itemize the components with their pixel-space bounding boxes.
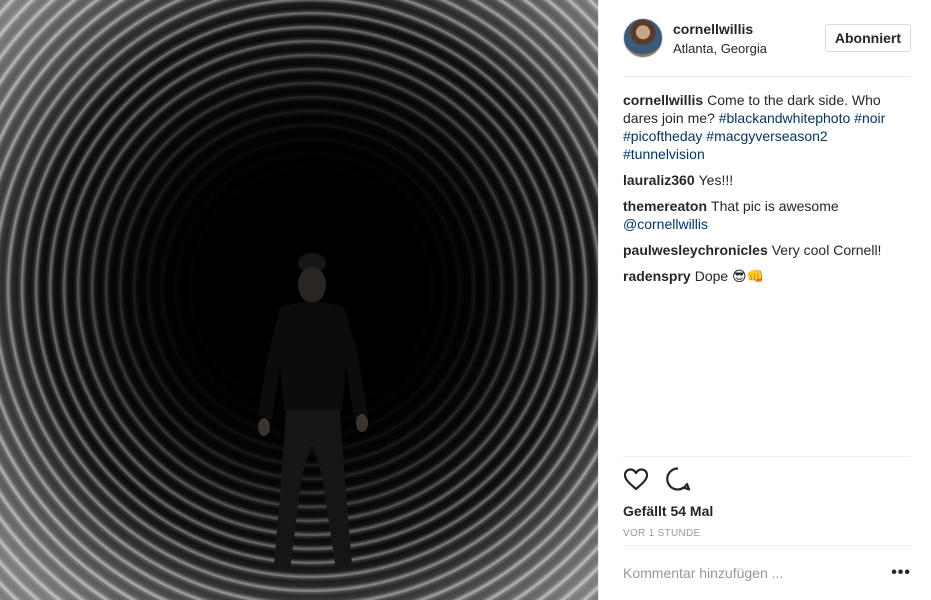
more-options-icon[interactable]: •••	[891, 564, 911, 582]
timestamp[interactable]: VOR 1 STUNDE	[623, 528, 911, 539]
speech-bubble-icon[interactable]	[665, 466, 691, 495]
header-location[interactable]: Atlanta, Georgia	[673, 41, 825, 56]
hashtag-link[interactable]: #noir	[854, 110, 885, 126]
header-username[interactable]: cornellwillis	[673, 21, 825, 37]
comment-text: Very cool Cornell!	[771, 242, 882, 258]
caption: cornellwillis Come to the dark side. Who …	[623, 91, 911, 163]
add-comment-bar: •••	[623, 545, 911, 600]
instagram-post: cornellwillis Atlanta, Georgia Abonniert…	[0, 0, 931, 600]
hashtag-link[interactable]: #macgyverseason2	[706, 128, 827, 144]
heart-icon[interactable]	[623, 467, 649, 494]
comment-username[interactable]: radenspry	[623, 268, 691, 284]
comment-item: themereaton That pic is awesome @cornellw…	[623, 197, 911, 233]
comment-item: lauraliz360 Yes!!!	[623, 171, 911, 189]
person-silhouette	[258, 253, 368, 570]
comment-item: radenspry Dope 😎👊	[623, 267, 911, 285]
avatar[interactable]	[623, 18, 663, 58]
comment-username[interactable]: paulwesleychronicles	[623, 242, 768, 258]
comment-username[interactable]: themereaton	[623, 198, 707, 214]
likes-count[interactable]: Gefällt 54 Mal	[623, 503, 911, 519]
post-actions: Gefällt 54 Mal VOR 1 STUNDE	[623, 456, 911, 539]
post-header: cornellwillis Atlanta, Georgia Abonniert	[623, 0, 911, 77]
comment-text: That pic is awesome	[711, 198, 839, 214]
post-sidebar: cornellwillis Atlanta, Georgia Abonniert…	[598, 0, 931, 600]
comments-list: cornellwillis Come to the dark side. Who …	[623, 77, 911, 285]
follow-button[interactable]: Abonniert	[824, 24, 911, 52]
comment-input[interactable]	[623, 565, 863, 581]
comment-item: paulwesleychronicles Very cool Cornell!	[623, 241, 911, 259]
comment-username[interactable]: lauraliz360	[623, 172, 695, 188]
post-photo	[0, 0, 598, 600]
hashtag-link[interactable]: #picoftheday	[623, 128, 702, 144]
mention-link[interactable]: @cornellwillis	[623, 216, 708, 232]
comment-text: Yes!!!	[698, 172, 734, 188]
hashtag-link[interactable]: #blackandwhitephoto	[719, 110, 851, 126]
hashtag-link[interactable]: #tunnelvision	[623, 146, 705, 162]
caption-username[interactable]: cornellwillis	[623, 92, 703, 108]
comment-text: Dope 😎👊	[694, 268, 765, 284]
